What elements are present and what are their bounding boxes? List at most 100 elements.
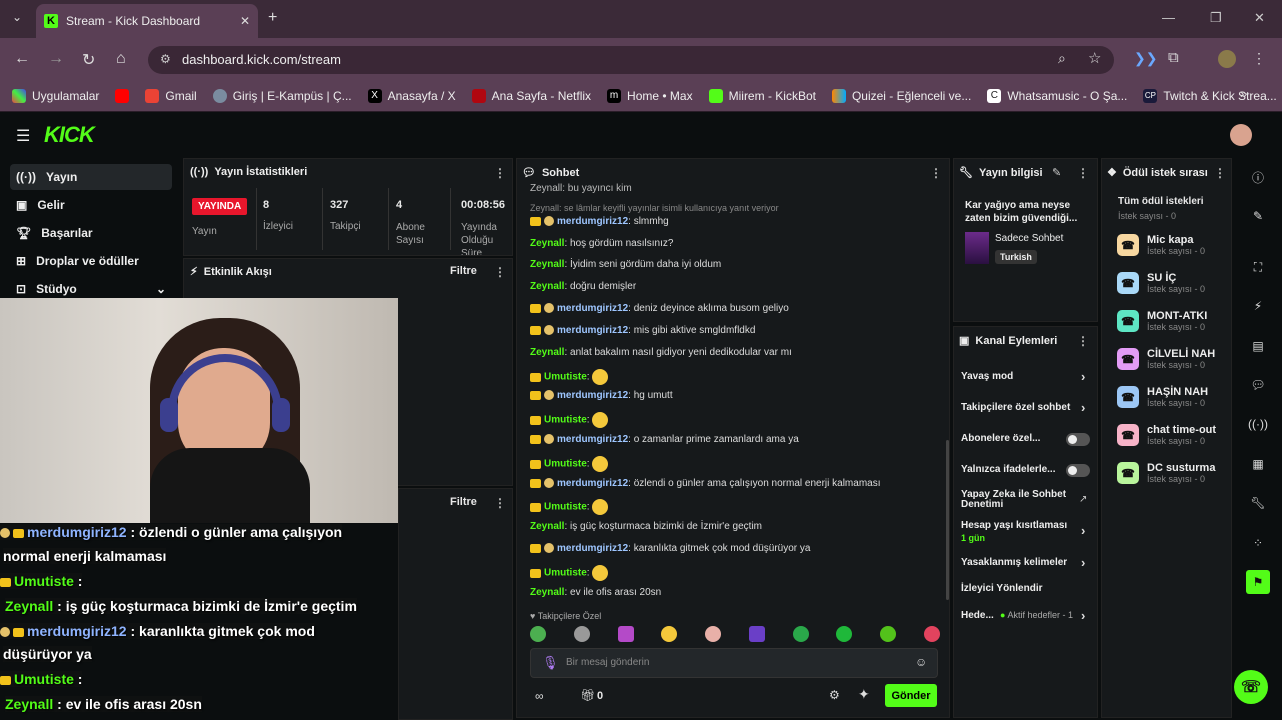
- chat-scrollbar[interactable]: [946, 440, 949, 600]
- emote-icon[interactable]: [661, 626, 678, 642]
- green-flag-icon[interactable]: ⚑: [1246, 570, 1270, 594]
- chat-username[interactable]: Umutiste: [544, 415, 587, 426]
- chat-username[interactable]: Umutiste: [544, 502, 587, 513]
- site-info-icon[interactable]: ⚙: [160, 52, 171, 66]
- reward-item[interactable]: ☎ MONT-ATKI İstek sayısı - 0: [1117, 310, 1207, 332]
- chat-username[interactable]: merdumgiriz12: [557, 434, 628, 445]
- kick-logo[interactable]: KICK: [44, 122, 95, 148]
- extension-icon[interactable]: ❯❯: [1134, 50, 1157, 67]
- subscribers-only-toggle[interactable]: [1066, 433, 1090, 446]
- send-button[interactable]: Gönder: [885, 684, 937, 707]
- tab-list-icon[interactable]: ⌄: [12, 10, 22, 24]
- reward-item[interactable]: ☎ CİLVELİ NAH İstek sayısı - 0: [1117, 348, 1215, 370]
- chat-username[interactable]: merdumgiriz12: [557, 216, 628, 227]
- new-tab-icon[interactable]: +: [268, 9, 277, 27]
- panel-filter-button[interactable]: Filtre: [450, 496, 477, 508]
- chevron-right-icon[interactable]: ›: [1081, 369, 1085, 384]
- minimize-icon[interactable]: —: [1162, 10, 1175, 25]
- bookmark-apps[interactable]: Uygulamalar: [12, 88, 99, 103]
- activity-menu-icon[interactable]: ⋮: [494, 265, 506, 279]
- bookmark-ekampus[interactable]: Giriş | E-Kampüs | Ç...: [212, 88, 352, 103]
- infinity-icon[interactable]: ∞: [535, 689, 544, 703]
- bookmark-x[interactable]: X Anasayfa / X: [367, 88, 456, 103]
- raid-action[interactable]: İzleyici Yönlendir: [961, 583, 1043, 594]
- reward-item[interactable]: ☎ DC susturma İstek sayısı - 0: [1117, 462, 1215, 484]
- chat-username[interactable]: merdumgiriz12: [557, 543, 628, 554]
- chevron-right-icon[interactable]: ›: [1081, 555, 1085, 570]
- bookmark-gmail[interactable]: Gmail: [145, 88, 197, 103]
- reward-menu-icon[interactable]: ⋮: [1214, 166, 1226, 180]
- gift-box-icon[interactable]: 🎁︎: [580, 688, 595, 702]
- browser-tab[interactable]: K Stream - Kick Dashboard ✕: [36, 4, 258, 38]
- reward-item[interactable]: ☎ SU İÇ İstek sayısı - 0: [1117, 272, 1205, 294]
- chat-username[interactable]: merdumgiriz12: [557, 478, 628, 489]
- sidebar-item-yayin[interactable]: ((·)) Yayın: [10, 164, 172, 190]
- slow-mode-action[interactable]: Yavaş mod: [961, 371, 1013, 382]
- goals-action[interactable]: Hede...: [961, 610, 994, 621]
- chat-username[interactable]: merdumgiriz12: [557, 303, 628, 314]
- chat-menu-icon[interactable]: ⋮: [930, 166, 942, 180]
- puzzle-icon[interactable]: ✦: [858, 686, 870, 703]
- emoji-icon[interactable]: ☺: [915, 655, 927, 669]
- stats-menu-icon[interactable]: ⋮: [494, 166, 506, 180]
- forward-icon[interactable]: →: [48, 50, 64, 68]
- chevron-right-icon[interactable]: ›: [1081, 523, 1085, 538]
- document-icon[interactable]: ▤: [1246, 334, 1270, 358]
- edit-pencil-icon[interactable]: ✎: [1052, 166, 1061, 179]
- zoom-icon[interactable]: ⌕: [1058, 50, 1066, 67]
- bookmark-star-icon[interactable]: ☆: [1088, 49, 1101, 67]
- chat-icon[interactable]: 💬︎: [1246, 373, 1270, 397]
- fullscreen-icon[interactable]: ⛶: [1246, 255, 1270, 279]
- chat-username[interactable]: Umutiste: [544, 568, 587, 579]
- layout-icon[interactable]: ▦: [1246, 452, 1270, 476]
- emote-icon[interactable]: [923, 626, 940, 642]
- all-rewards[interactable]: Tüm ödül istekleri: [1118, 196, 1204, 207]
- chat-username[interactable]: Zeynall: [530, 238, 564, 249]
- followers-only-action[interactable]: Takipçilere özel sohbet: [961, 402, 1070, 413]
- chat-username[interactable]: Zeynall: [530, 281, 564, 292]
- support-chat-icon[interactable]: ☏: [1234, 670, 1268, 704]
- chat-username[interactable]: merdumgiriz12: [557, 325, 628, 336]
- bookmark-max[interactable]: m Home • Max: [607, 88, 693, 103]
- sidebar-item-droplar[interactable]: ⊞ Droplar ve ödüller: [10, 248, 172, 274]
- nodes-icon[interactable]: ⁘: [1246, 531, 1270, 555]
- sidebar-item-basarilar[interactable]: 🏆︎ Başarılar: [10, 220, 172, 246]
- emote-icon[interactable]: [836, 626, 853, 642]
- maximize-icon[interactable]: ❐: [1210, 10, 1222, 26]
- bookmark-quizei[interactable]: Quizei - Eğlenceli ve...: [831, 88, 971, 103]
- chat-username[interactable]: Zeynall: [530, 521, 564, 532]
- channel-actions-menu-icon[interactable]: ⋮: [1077, 334, 1089, 348]
- reward-item[interactable]: ☎ Mic kapa İstek sayısı - 0: [1117, 234, 1205, 256]
- stream-info-menu-icon[interactable]: ⋮: [1077, 166, 1089, 180]
- bookmark-twitch-kick[interactable]: CP Twitch & Kick Strea...: [1143, 88, 1277, 103]
- sidebar-item-gelir[interactable]: ▣ Gelir: [10, 192, 172, 218]
- external-link-icon[interactable]: ↗: [1079, 494, 1087, 505]
- wrench-icon[interactable]: 🔧︎: [1246, 491, 1270, 515]
- profile-avatar[interactable]: [1218, 50, 1236, 68]
- chat-username[interactable]: Umutiste: [544, 372, 587, 383]
- browser-menu-icon[interactable]: ⋮: [1252, 50, 1266, 67]
- settings-gear-icon[interactable]: ⚙: [829, 688, 840, 702]
- chat-username[interactable]: merdumgiriz12: [557, 390, 628, 401]
- emote-icon[interactable]: [617, 626, 634, 642]
- banned-words-action[interactable]: Yasaklanmış kelimeler: [961, 557, 1067, 568]
- bookmark-whatsamusic[interactable]: C Whatsamusic - O Şa...: [987, 88, 1127, 103]
- panel-menu-icon[interactable]: ⋮: [494, 496, 506, 510]
- emote-icon[interactable]: [705, 626, 722, 642]
- emote-icon[interactable]: [792, 626, 809, 642]
- reward-item[interactable]: ☎ chat time-out İstek sayısı - 0: [1117, 424, 1216, 446]
- emote-icon[interactable]: [573, 626, 590, 642]
- bookmark-youtube[interactable]: [115, 88, 130, 103]
- close-tab-icon[interactable]: ✕: [240, 14, 250, 28]
- close-window-icon[interactable]: ✕: [1254, 10, 1265, 26]
- chevron-right-icon[interactable]: ›: [1081, 608, 1085, 623]
- info-icon[interactable]: ⓘ: [1246, 165, 1270, 189]
- bookmarks-overflow-icon[interactable]: »: [1240, 86, 1247, 101]
- reload-icon[interactable]: ↻: [82, 50, 95, 70]
- pencil-icon[interactable]: ✎: [1246, 204, 1270, 228]
- bookmark-netflix[interactable]: Ana Sayfa - Netflix: [471, 88, 591, 103]
- broadcast-icon[interactable]: ((·)): [1246, 412, 1270, 436]
- reward-item[interactable]: ☎ HAŞİN NAH İstek sayısı - 0: [1117, 386, 1208, 408]
- back-icon[interactable]: ←: [14, 50, 30, 68]
- emote-icon[interactable]: [530, 626, 546, 642]
